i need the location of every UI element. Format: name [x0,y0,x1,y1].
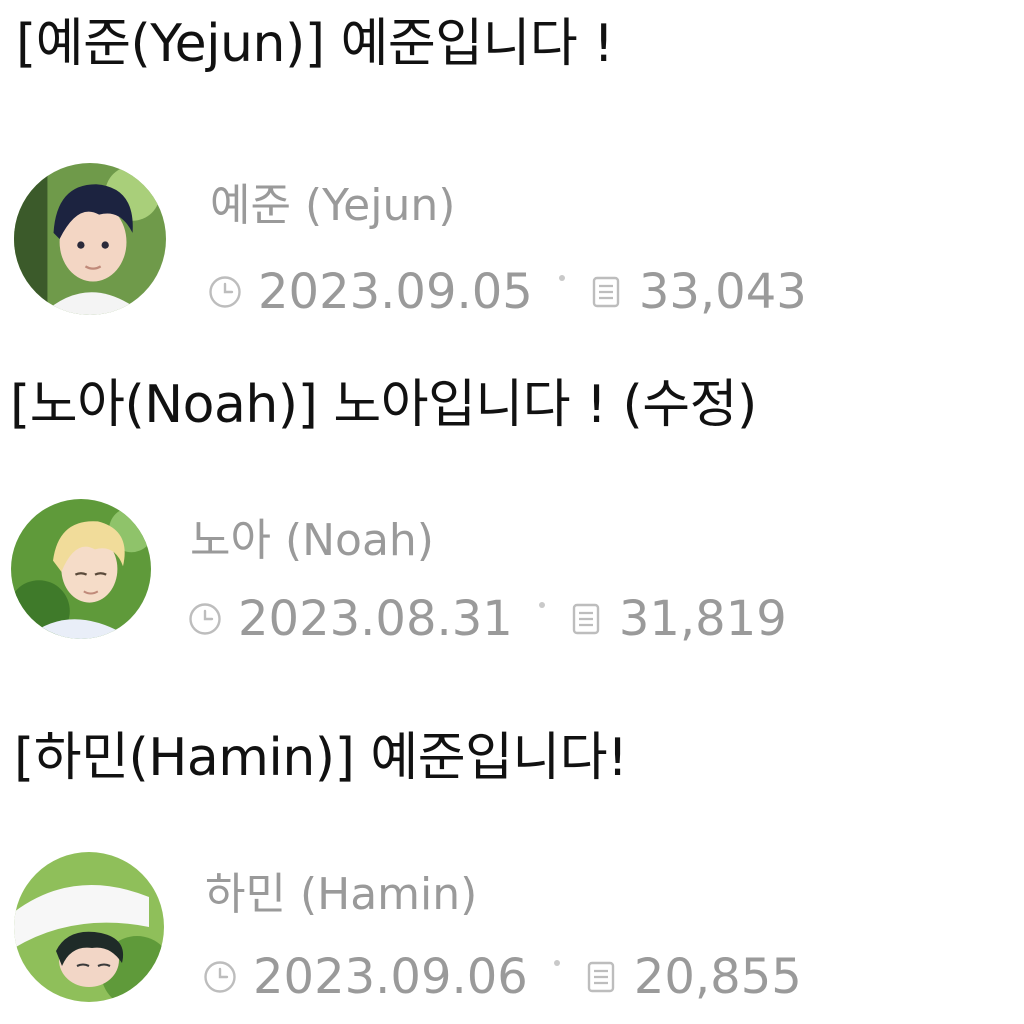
separator-dot [553,960,560,966]
separator-dot [558,275,565,281]
clock-icon [208,275,242,309]
post-title[interactable]: [예준(Yejun)] 예준입니다 ! [16,14,614,74]
post-date: 2023.09.06 [253,949,528,1005]
view-count: 31,819 [618,591,787,647]
post-date: 2023.08.31 [238,591,513,647]
post-meta: 2023.09.06 20,855 [203,950,802,1004]
view-count: 33,043 [638,264,807,320]
avatar-yejun-image [14,163,166,315]
author-avatar[interactable] [14,163,166,315]
clock-icon [203,960,237,994]
avatar-noah-image [11,499,151,639]
post-date: 2023.09.05 [258,264,533,320]
clock-icon [188,602,222,636]
author-name[interactable]: 하민 (Hamin) [205,870,477,920]
document-icon [589,275,623,309]
avatar-hamin-image [14,852,164,1002]
view-count: 20,855 [633,949,802,1005]
document-icon [569,602,603,636]
author-avatar[interactable] [11,499,151,639]
post-title[interactable]: [노아(Noah)] 노아입니다 ! (수정) [10,375,757,435]
separator-dot [538,602,545,608]
post-meta: 2023.09.05 33,043 [208,265,807,319]
post-title[interactable]: [하민(Hamin)] 예준입니다! [14,728,628,788]
post-meta: 2023.08.31 31,819 [188,592,787,646]
document-icon [584,960,618,994]
author-name[interactable]: 노아 (Noah) [190,516,434,566]
author-name[interactable]: 예준 (Yejun) [210,181,455,231]
author-avatar[interactable] [14,852,164,1002]
